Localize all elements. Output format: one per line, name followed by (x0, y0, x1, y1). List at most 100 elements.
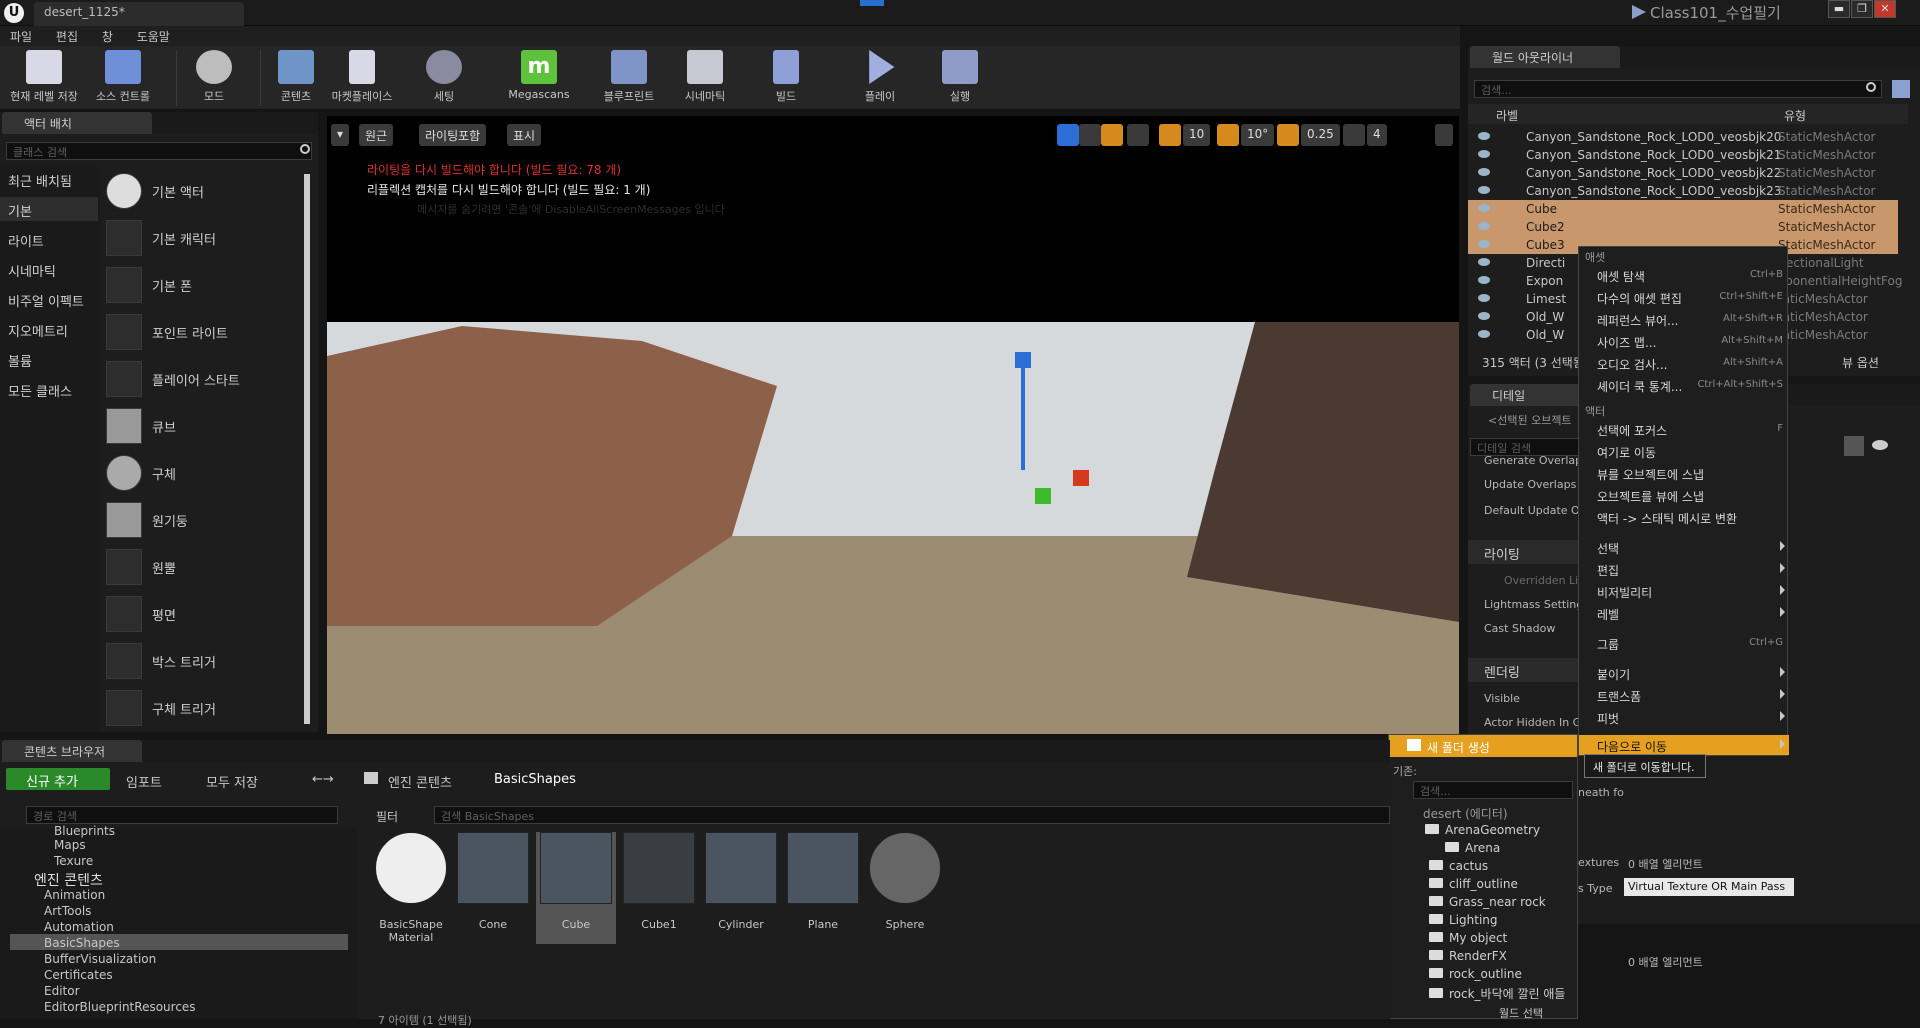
folder-item[interactable]: cactus (1429, 859, 1488, 873)
tab-world-outliner[interactable]: 월드 아웃라이너 (1470, 46, 1620, 68)
back-forward-arrows-icon[interactable]: ←→ (312, 772, 334, 787)
modes-button[interactable]: 모드 (184, 50, 244, 108)
visibility-eye-icon[interactable] (1478, 204, 1490, 212)
category-basic[interactable]: 기본 (0, 197, 98, 221)
folder-search-input[interactable]: 검색... (1413, 781, 1573, 799)
menu-file[interactable]: 파일 (0, 26, 42, 47)
rotation-snap-value[interactable]: 10° (1241, 124, 1275, 146)
lighting-mode-button[interactable]: 라이팅포함 (419, 124, 487, 146)
asset-tile[interactable]: Sphere (868, 832, 942, 944)
filter-button[interactable]: 필터 (376, 808, 398, 825)
actor-item[interactable]: 기본 액터 (104, 170, 304, 212)
menu-item[interactable]: 선택 (1579, 537, 1789, 557)
list-item-selected[interactable]: Cube StaticMeshActor (1468, 200, 1898, 218)
tree-item-selected[interactable]: BasicShapes (44, 936, 120, 950)
menu-item[interactable]: 오디오 검사... Alt+Shift+A (1579, 353, 1789, 373)
folder-item[interactable]: My object (1429, 931, 1507, 945)
vt-pass-type-dropdown[interactable]: Virtual Texture OR Main Pass (1624, 878, 1794, 896)
actor-item[interactable]: 포인트 라이트 (104, 311, 304, 353)
actor-item[interactable]: 큐브 (104, 405, 304, 447)
menu-item[interactable]: 사이즈 맵... Alt+Shift+M (1579, 331, 1789, 351)
folder-item[interactable]: rock_outline (1429, 967, 1522, 981)
list-item[interactable]: Canyon_Sandstone_Rock_LOD0_veosbjk23 Stat… (1468, 182, 1898, 200)
folder-item[interactable]: rock_바닥에 깔린 애들 (1429, 985, 1565, 1002)
asset-tile-selected[interactable]: Cube (536, 832, 616, 944)
view-options-button[interactable]: 뷰 옵션 (1842, 354, 1879, 371)
menu-item-move-to[interactable]: 다음으로 이동 (1579, 735, 1789, 755)
menu-item[interactable]: 셰이더 쿡 통계... Ctrl+Alt+Shift+S (1579, 375, 1789, 395)
menu-item[interactable]: 피벗 (1579, 707, 1789, 727)
visibility-eye-icon[interactable] (1478, 312, 1490, 320)
visibility-eye-icon[interactable] (1478, 240, 1490, 248)
grid-snap-icon[interactable] (1159, 124, 1181, 146)
column-type[interactable]: 유형 (1784, 107, 1806, 124)
folder-item[interactable]: cliff_outline (1429, 877, 1518, 891)
path-search-input[interactable]: 경로 검색 (26, 806, 338, 824)
actor-item[interactable]: 박스 트리거 (104, 640, 304, 682)
rotate-icon[interactable] (1079, 124, 1101, 146)
visibility-eye-icon[interactable] (1478, 132, 1490, 140)
scrollbar[interactable] (304, 174, 310, 724)
menu-item[interactable]: 액터 -> 스태틱 메시로 변환 (1579, 507, 1789, 527)
class-search-input[interactable]: 클래스 검색 (6, 142, 312, 160)
tree-item[interactable]: Animation (44, 888, 105, 902)
actor-item[interactable]: 원뿔 (104, 546, 304, 588)
source-control-button[interactable]: 소스 컨트롤 (88, 50, 158, 108)
tree-item[interactable]: 엔진 콘텐츠 (34, 870, 103, 890)
folder-item[interactable]: RenderFX (1429, 949, 1507, 963)
blueprints-button[interactable]: 블루프린트 (594, 50, 664, 108)
breadcrumb-root[interactable]: 엔진 콘텐츠 (388, 772, 452, 791)
cinematics-button[interactable]: 시네마틱 (670, 50, 740, 108)
asset-tile[interactable]: Cone (456, 832, 530, 944)
category-volumes[interactable]: 볼륨 (0, 347, 98, 371)
category-visual-effects[interactable]: 비주얼 이펙트 (0, 287, 98, 311)
category-lights[interactable]: 라이트 (0, 227, 98, 251)
grid-size-value[interactable]: 10 (1183, 124, 1211, 146)
eye-icon[interactable] (1872, 440, 1888, 450)
menu-item[interactable]: 애셋 탐색 Ctrl+B (1579, 265, 1789, 285)
tree-item[interactable]: EditorBlueprintResources (44, 1000, 196, 1014)
rotation-snap-icon[interactable] (1217, 124, 1239, 146)
visibility-eye-icon[interactable] (1478, 186, 1490, 194)
actor-item[interactable]: 원기둥 (104, 499, 304, 541)
category-recent[interactable]: 최근 배치됨 (0, 167, 98, 191)
visibility-eye-icon[interactable] (1478, 294, 1490, 302)
minimize-button[interactable]: ▬ (1828, 0, 1850, 18)
menu-help[interactable]: 도움말 (127, 26, 180, 47)
build-button[interactable]: 빌드 (756, 50, 816, 108)
gizmo-y-handle[interactable] (1035, 488, 1051, 504)
tree-item[interactable]: Texure (54, 854, 93, 868)
actor-item[interactable]: 구체 트리거 (104, 687, 304, 729)
add-new-button[interactable]: 신규 추가 (6, 768, 110, 790)
settings-button[interactable]: 세팅 (414, 50, 474, 108)
folder-item[interactable]: Lighting (1429, 913, 1498, 927)
scale-snap-value[interactable]: 0.25 (1301, 124, 1340, 146)
tree-item[interactable]: Maps (54, 838, 86, 852)
camera-speed-value[interactable]: 4 (1367, 124, 1387, 146)
visibility-eye-icon[interactable] (1478, 150, 1490, 158)
asset-tile[interactable]: Cylinder (704, 832, 778, 944)
tab-content-browser[interactable]: 콘텐츠 브라우저 (2, 740, 142, 762)
level-viewport[interactable]: ▾ 원근 라이팅포함 표시 10 10° 0.25 4 라이팅을 다시 빌드해야… (327, 116, 1459, 734)
menu-item[interactable]: 여기로 이동 (1579, 441, 1789, 461)
folder-item[interactable]: Grass_near rock (1429, 895, 1546, 909)
category-all-classes[interactable]: 모든 클래스 (0, 377, 98, 401)
tree-item[interactable]: Certificates (44, 968, 113, 982)
viewport-options-button[interactable]: ▾ (331, 124, 349, 146)
folder-item[interactable]: Arena (1445, 841, 1500, 855)
tree-item[interactable]: ArtTools (44, 904, 91, 918)
category-cinematic[interactable]: 시네마틱 (0, 257, 98, 281)
tree-item[interactable]: Automation (44, 920, 114, 934)
menu-item[interactable]: 레벨 (1579, 603, 1789, 623)
tree-item[interactable]: Blueprints (54, 824, 115, 838)
asset-tile[interactable]: BasicShape Material (374, 832, 448, 944)
list-item[interactable]: Canyon_Sandstone_Rock_LOD0_veosbjk20 Stat… (1468, 128, 1898, 146)
menu-item[interactable]: 다수의 애셋 편집 Ctrl+Shift+E (1579, 287, 1789, 307)
camera-speed-icon[interactable] (1343, 124, 1365, 146)
menu-item[interactable]: 레퍼런스 뷰어... Alt+Shift+R (1579, 309, 1789, 329)
asset-search-input[interactable]: 검색 BasicShapes (434, 806, 1390, 824)
actor-item[interactable]: 기본 폰 (104, 264, 304, 306)
menu-edit[interactable]: 편집 (46, 26, 88, 47)
translate-icon[interactable] (1057, 124, 1079, 146)
column-label[interactable]: 라벨 (1496, 107, 1518, 124)
